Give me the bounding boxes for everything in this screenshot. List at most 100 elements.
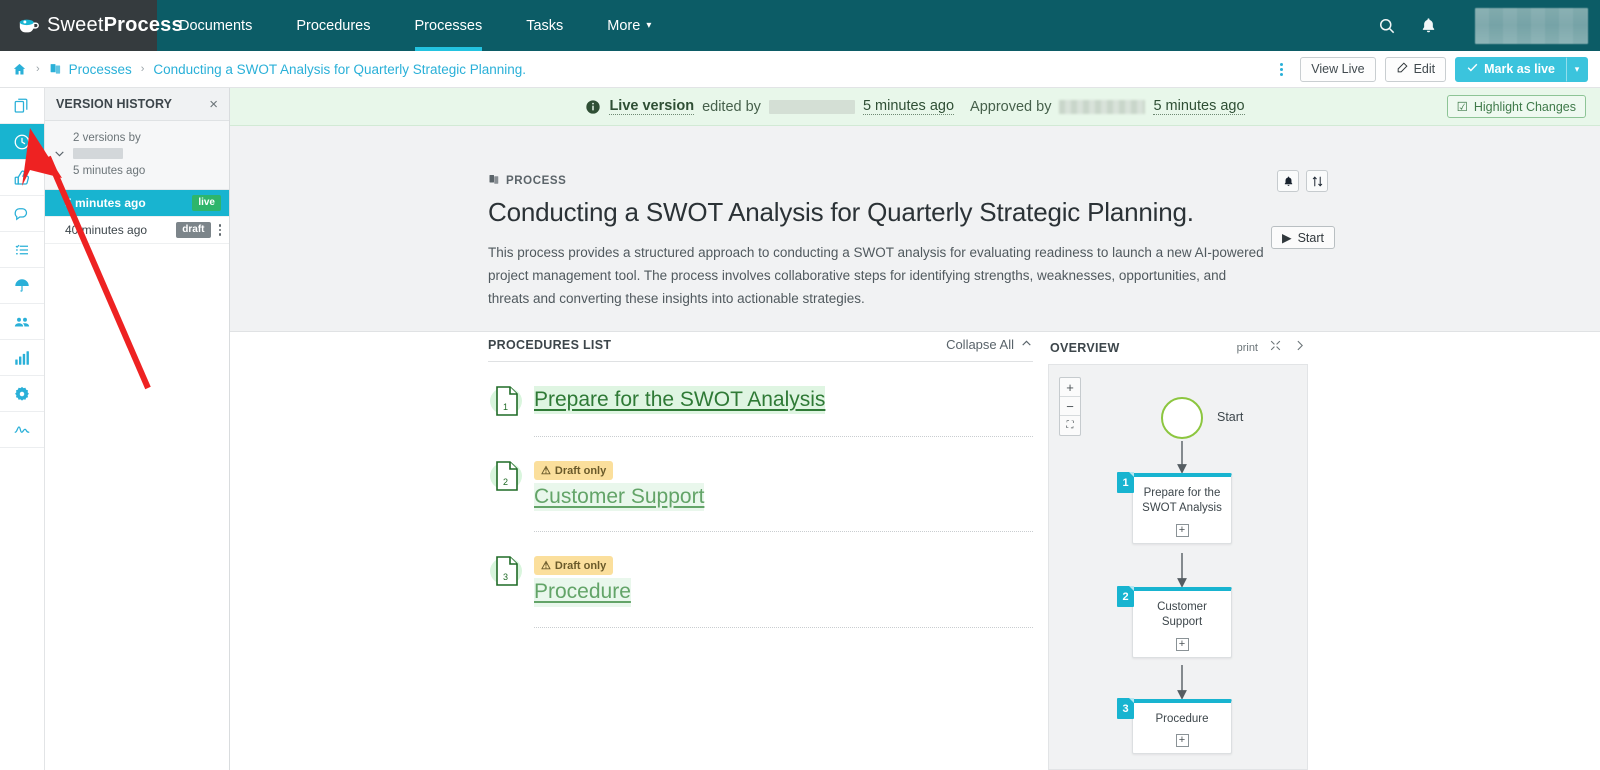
process-kicker-label: PROCESS — [506, 175, 567, 187]
procedure-number: 3 — [503, 572, 508, 582]
nav-item-processes[interactable]: Processes — [393, 0, 505, 51]
draft-only-label: Draft only — [554, 464, 607, 477]
procedures-list-title: PROCEDURES LIST — [488, 337, 612, 352]
nav-right-actions — [1377, 0, 1600, 51]
rail-item-approvals[interactable] — [0, 160, 44, 196]
chevron-right-icon[interactable] — [1293, 339, 1306, 357]
approved-timestamp[interactable]: 5 minutes ago — [1153, 98, 1245, 115]
flow-node-number: 2 — [1117, 586, 1134, 607]
process-header-tools — [1277, 170, 1328, 192]
live-version-label[interactable]: Live version — [609, 98, 695, 115]
nav-label: Processes — [414, 17, 483, 34]
rail-item-reports[interactable] — [0, 340, 44, 376]
bell-icon[interactable] — [1419, 16, 1439, 36]
flow-node-3[interactable]: 3 Procedure + — [1117, 698, 1232, 755]
nav-label: Procedures — [296, 17, 371, 34]
mark-as-live-group: Mark as live ▾ — [1455, 56, 1588, 82]
flow-node-2[interactable]: 2 Customer Support + — [1117, 586, 1232, 658]
status-badge-draft: draft — [176, 222, 211, 239]
version-history-title: VERSION HISTORY — [56, 97, 173, 111]
view-live-label: View Live — [1311, 62, 1365, 76]
breadcrumb-home[interactable] — [12, 62, 27, 77]
highlight-changes-button[interactable]: ☑ Highlight Changes — [1446, 95, 1586, 118]
print-button[interactable]: print — [1237, 342, 1258, 354]
nav-label: More — [607, 17, 641, 34]
user-avatar-redacted[interactable] — [1475, 7, 1588, 44]
chevron-down-icon[interactable] — [53, 147, 66, 163]
nav-item-more[interactable]: More ▾ — [585, 0, 673, 51]
nav-item-documents[interactable]: Documents — [157, 0, 274, 51]
brand-name-light: Sweet — [47, 14, 104, 36]
version-group-row[interactable]: 2 versions by 5 minutes ago — [45, 121, 229, 191]
overview-flowchart-canvas[interactable]: + − ⛶ Start 1 Prepare for the SWOT Analys… — [1048, 364, 1308, 770]
version-row-kebab-icon[interactable] — [218, 224, 221, 236]
search-icon[interactable] — [1377, 16, 1397, 36]
rail-item-policies[interactable] — [0, 268, 44, 304]
bell-icon[interactable] — [1277, 170, 1299, 192]
version-row-live[interactable]: 5 minutes ago live — [45, 190, 229, 218]
process-description: This process provides a structured appro… — [488, 245, 1264, 306]
version-row-draft[interactable]: 40 minutes ago draft — [45, 217, 229, 245]
flow-node-expand-button[interactable]: + — [1175, 734, 1189, 748]
editor-name-redacted — [768, 99, 855, 114]
play-icon: ▶ — [1281, 231, 1292, 245]
flow-node-expand-button[interactable]: + — [1175, 637, 1189, 651]
fullscreen-icon[interactable] — [1269, 339, 1282, 357]
sweetprocess-cup-icon — [18, 15, 40, 37]
rail-item-comments[interactable] — [0, 196, 44, 232]
list-item[interactable]: 3 ⚠ Draft only Procedure — [488, 532, 1033, 607]
view-live-button[interactable]: View Live — [1300, 56, 1376, 82]
rail-item-documents[interactable] — [0, 88, 44, 124]
edited-by-label: edited by — [702, 98, 761, 115]
breadcrumb-separator: › — [36, 63, 40, 75]
document-number-icon: 2 — [490, 461, 522, 491]
rail-item-tasks[interactable] — [0, 232, 44, 268]
collapse-all-button[interactable]: Collapse All — [946, 337, 1033, 353]
flow-node-expand-button[interactable]: + — [1175, 523, 1189, 537]
list-item[interactable]: 1 Prepare for the SWOT Analysis — [488, 362, 1033, 416]
process-header-text: PROCESS Conducting a SWOT Analysis for Q… — [488, 173, 1268, 310]
flow-node-label: Procedure — [1155, 713, 1209, 725]
overview-title: OVERVIEW — [1050, 341, 1120, 355]
flow-node-1[interactable]: 1 Prepare for the SWOT Analysis + — [1117, 472, 1232, 544]
version-group-time: 5 minutes ago — [73, 165, 146, 178]
rail-item-signature[interactable] — [0, 412, 44, 448]
breadcrumb-item-processes[interactable]: Processes — [49, 62, 132, 77]
approved-by-label: Approved by — [970, 98, 1052, 115]
version-history-panel: VERSION HISTORY × 2 versions by 5 minute… — [45, 88, 230, 770]
start-process-button[interactable]: ▶ Start — [1270, 226, 1335, 249]
rail-item-teams[interactable] — [0, 304, 44, 340]
process-header-block: PROCESS Conducting a SWOT Analysis for Q… — [230, 126, 1600, 332]
procedure-number: 2 — [503, 477, 508, 487]
more-options-kebab-icon[interactable] — [1272, 62, 1291, 76]
version-count-label: 2 versions by — [73, 132, 141, 144]
breadcrumb-current-page[interactable]: Conducting a SWOT Analysis for Quarterly… — [153, 62, 526, 77]
live-version-banner: Live version edited by 5 minutes ago App… — [230, 88, 1600, 126]
procedure-link[interactable]: Customer Support — [534, 483, 705, 512]
reorder-icon[interactable] — [1306, 170, 1328, 192]
rail-item-settings[interactable] — [0, 376, 44, 412]
edit-button[interactable]: Edit — [1384, 56, 1447, 82]
list-item[interactable]: 2 ⚠ Draft only Customer Support — [488, 437, 1033, 512]
edited-timestamp[interactable]: 5 minutes ago — [862, 98, 955, 115]
list-item-body: Prepare for the SWOT Analysis — [534, 386, 1033, 416]
procedure-link[interactable]: Prepare for the SWOT Analysis — [534, 386, 826, 415]
warning-icon: ⚠ — [541, 560, 551, 573]
close-icon[interactable]: × — [209, 97, 218, 112]
breadcrumb-label: Processes — [68, 61, 132, 77]
mark-as-live-dropdown-caret[interactable]: ▾ — [1566, 56, 1588, 82]
pencil-edit-icon — [1396, 61, 1409, 77]
overview-panel: OVERVIEW print + − ⛶ Start 1 Prepare for… — [1048, 332, 1308, 770]
nav-item-tasks[interactable]: Tasks — [504, 0, 585, 51]
nav-item-procedures[interactable]: Procedures — [274, 0, 392, 51]
rail-item-version-history[interactable] — [0, 124, 44, 160]
brand-logo-area[interactable]: SweetProcess — [0, 0, 183, 51]
procedure-link[interactable]: Procedure — [534, 578, 631, 607]
flow-start-label: Start — [1217, 410, 1244, 424]
breadcrumb-bar: › Processes › Conducting a SWOT Analysis… — [0, 51, 1600, 88]
check-icon — [1466, 61, 1479, 77]
mark-as-live-button[interactable]: Mark as live — [1455, 56, 1566, 82]
page-title: Conducting a SWOT Analysis for Quarterly… — [488, 197, 1194, 227]
flow-start-node[interactable] — [1161, 397, 1203, 439]
top-navigation-bar: SweetProcess Documents Procedures Proces… — [0, 0, 1600, 51]
